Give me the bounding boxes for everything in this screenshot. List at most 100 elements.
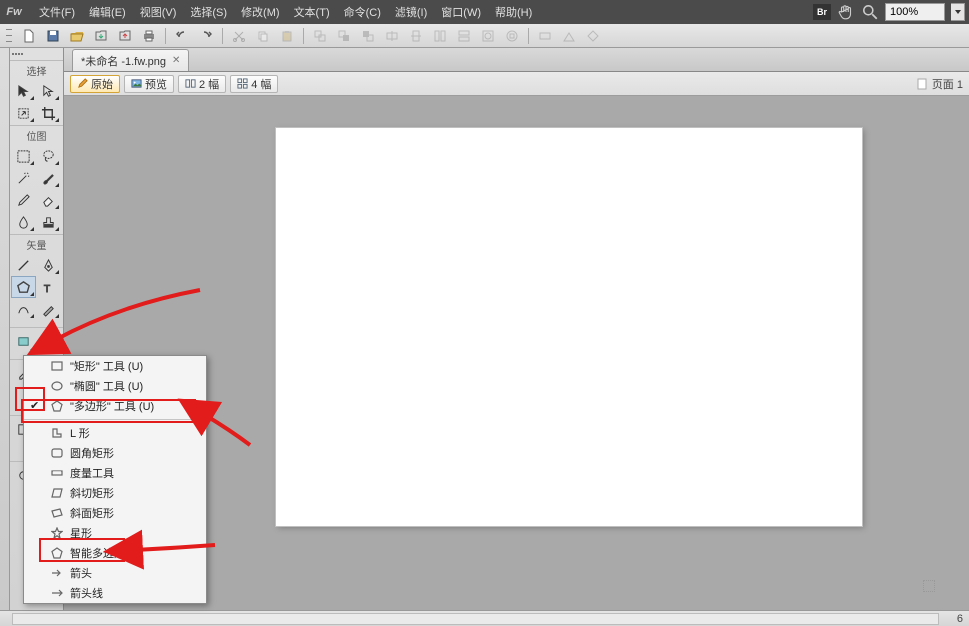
marquee-tool[interactable] — [11, 145, 36, 167]
menu-select[interactable]: 选择(S) — [183, 1, 234, 23]
flyout-measure[interactable]: 度量工具 — [24, 463, 206, 483]
scale-tool[interactable] — [11, 102, 36, 124]
ruler-icon — [50, 466, 64, 480]
eraser-tool[interactable] — [36, 189, 61, 211]
brush-tool[interactable] — [36, 167, 61, 189]
knife-tool[interactable] — [36, 298, 61, 320]
subselect-tool[interactable] — [36, 80, 61, 102]
ellipse-icon — [50, 379, 64, 393]
wand-tool[interactable] — [11, 167, 36, 189]
stamp-tool[interactable] — [36, 211, 61, 233]
view-original-label: 原始 — [91, 76, 113, 92]
zoom-icon[interactable] — [861, 3, 879, 21]
document-tab-label: *未命名 -1.fw.png — [81, 53, 166, 69]
rect-hotspot-tool[interactable] — [11, 330, 36, 352]
flyout-slant[interactable]: 斜面矩形 — [24, 503, 206, 523]
hand-tool-icon[interactable] — [837, 3, 855, 21]
flyout-smartpoly[interactable]: 智能多边形 — [24, 543, 206, 563]
menu-modify[interactable]: 修改(M) — [234, 1, 287, 23]
cut-button[interactable] — [228, 26, 250, 46]
flyout-arrow-label: 箭头 — [70, 565, 92, 581]
zoom-input[interactable]: 100% — [885, 3, 945, 21]
group-4-button[interactable] — [381, 26, 403, 46]
group-5-button[interactable] — [405, 26, 427, 46]
view-preview-button[interactable]: 预览 — [124, 75, 174, 93]
menu-file[interactable]: 文件(F) — [32, 1, 82, 23]
paste-button[interactable] — [276, 26, 298, 46]
pointer-tool[interactable] — [11, 80, 36, 102]
import-button[interactable] — [90, 26, 112, 46]
view-preview-label: 预览 — [145, 76, 167, 92]
cursor-indicator — [923, 580, 935, 592]
slice-tool[interactable] — [36, 330, 61, 352]
copy-button[interactable] — [252, 26, 274, 46]
flyout-rectangle-label: "矩形" 工具 (U) — [70, 358, 143, 374]
flyout-polygon[interactable]: ✔ "多边形" 工具 (U) — [24, 396, 206, 416]
flyout-star[interactable]: 星形 — [24, 523, 206, 543]
horizontal-scrollbar[interactable] — [12, 613, 939, 625]
open-button[interactable] — [66, 26, 88, 46]
new-button[interactable] — [18, 26, 40, 46]
menu-commands[interactable]: 命令(C) — [337, 1, 388, 23]
redo-button[interactable] — [195, 26, 217, 46]
close-tab-icon[interactable]: ✕ — [172, 55, 180, 66]
crop-tool[interactable] — [36, 102, 61, 124]
misc-1-button[interactable] — [534, 26, 556, 46]
flyout-roundrect[interactable]: 圆角矩形 — [24, 443, 206, 463]
line-tool[interactable] — [11, 254, 36, 276]
view-4up-button[interactable]: 4 幅 — [230, 75, 278, 93]
star-icon — [50, 526, 64, 540]
toolbar-grip[interactable] — [6, 27, 12, 45]
flyout-rectangle[interactable]: "矩形" 工具 (U) — [24, 356, 206, 376]
bridge-button[interactable]: Br — [813, 4, 831, 20]
group-2-button[interactable] — [333, 26, 355, 46]
shape-tool[interactable] — [11, 276, 36, 298]
flyout-ellipse[interactable]: "椭圆" 工具 (U) — [24, 376, 206, 396]
status-bar: 6 — [0, 610, 969, 626]
page-indicator[interactable]: 页面 1 — [917, 76, 963, 92]
tools-panel-grip[interactable] — [10, 50, 63, 58]
main-toolbar — [0, 24, 969, 48]
text-tool[interactable]: T — [36, 276, 61, 298]
menu-help[interactable]: 帮助(H) — [488, 1, 539, 23]
blur-tool[interactable] — [11, 211, 36, 233]
save-button[interactable] — [42, 26, 64, 46]
smartpoly-icon — [50, 546, 64, 560]
document-tab[interactable]: *未命名 -1.fw.png ✕ — [72, 49, 189, 71]
freeform-tool[interactable] — [11, 298, 36, 320]
document-canvas[interactable] — [276, 128, 862, 526]
undo-button[interactable] — [171, 26, 193, 46]
group-3-button[interactable] — [357, 26, 379, 46]
view-2up-label: 2 幅 — [199, 76, 219, 92]
print-button[interactable] — [138, 26, 160, 46]
group-9-button[interactable] — [501, 26, 523, 46]
flyout-arrow[interactable]: 箭头 — [24, 563, 206, 583]
pencil-icon — [77, 78, 88, 89]
group-1-button[interactable] — [309, 26, 331, 46]
flyout-lshape-label: L 形 — [70, 425, 90, 441]
menu-window[interactable]: 窗口(W) — [434, 1, 488, 23]
panel-collapse-strip[interactable] — [0, 48, 10, 610]
document-tabbar: *未命名 -1.fw.png ✕ — [64, 48, 969, 72]
flyout-arrowline[interactable]: 箭头线 — [24, 583, 206, 603]
group-7-button[interactable] — [453, 26, 475, 46]
zoom-dropdown[interactable] — [951, 3, 965, 21]
pen-tool[interactable] — [36, 254, 61, 276]
flyout-skew[interactable]: 斜切矩形 — [24, 483, 206, 503]
menu-filters[interactable]: 滤镜(I) — [388, 1, 434, 23]
export-button[interactable] — [114, 26, 136, 46]
flyout-lshape[interactable]: L 形 — [24, 423, 206, 443]
menu-edit[interactable]: 编辑(E) — [82, 1, 133, 23]
view-2up-button[interactable]: 2 幅 — [178, 75, 226, 93]
group-8-button[interactable] — [477, 26, 499, 46]
svg-text:T: T — [44, 284, 51, 295]
misc-2-button[interactable] — [558, 26, 580, 46]
group-6-button[interactable] — [429, 26, 451, 46]
menu-view[interactable]: 视图(V) — [133, 1, 184, 23]
menu-text[interactable]: 文本(T) — [287, 1, 337, 23]
view-original-button[interactable]: 原始 — [70, 75, 120, 93]
pencil-tool[interactable] — [11, 189, 36, 211]
checkmark-icon: ✔ — [30, 399, 39, 412]
lasso-tool[interactable] — [36, 145, 61, 167]
misc-3-button[interactable] — [582, 26, 604, 46]
